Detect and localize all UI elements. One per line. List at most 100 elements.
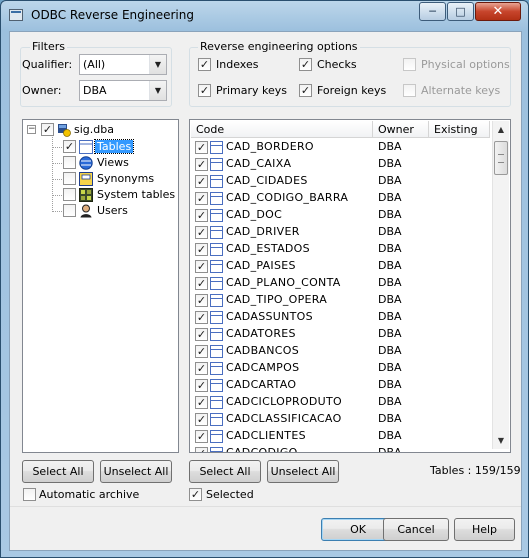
cell-owner: DBA	[378, 174, 402, 187]
table-row[interactable]: ✓ CAD_ESTADOS DBA	[191, 241, 496, 258]
object-type-tree[interactable]: − ✓ sig.dba ✓ Tables Views Synonyms Syst…	[22, 119, 179, 453]
indexes-checkbox[interactable]: ✓	[198, 58, 211, 71]
table-row[interactable]: ✓ CADCLIENTES DBA	[191, 428, 496, 445]
physical-options-checkbox	[403, 58, 416, 71]
qualifier-combo[interactable]: (All) ▼	[79, 54, 167, 75]
row-checkbox[interactable]: ✓	[195, 379, 208, 392]
synonyms-checkbox[interactable]	[63, 172, 76, 185]
options-group-label: Reverse engineering options	[198, 40, 360, 53]
checks-label: Checks	[317, 58, 357, 71]
cell-owner: DBA	[378, 191, 402, 204]
automatic-archive-checkbox[interactable]	[23, 488, 36, 501]
row-checkbox[interactable]: ✓	[195, 396, 208, 409]
minimize-button[interactable]: ─	[419, 2, 446, 21]
tree-item-tables[interactable]: Tables	[93, 139, 135, 154]
owner-label: Owner:	[22, 84, 62, 97]
row-checkbox[interactable]: ✓	[195, 175, 208, 188]
automatic-archive-label: Automatic archive	[39, 488, 140, 501]
tree-item-synonyms[interactable]: Synonyms	[97, 172, 154, 185]
tree-item-system-tables[interactable]: System tables	[97, 188, 175, 201]
views-checkbox[interactable]	[63, 156, 76, 169]
system-tables-checkbox[interactable]	[63, 188, 76, 201]
table-row[interactable]: ✓ CADBANCOS DBA	[191, 343, 496, 360]
row-checkbox[interactable]: ✓	[195, 362, 208, 375]
row-checkbox[interactable]: ✓	[195, 141, 208, 154]
list-select-all-button[interactable]: Select All	[189, 460, 261, 483]
cell-owner: DBA	[378, 259, 402, 272]
row-checkbox[interactable]: ✓	[195, 209, 208, 222]
table-row[interactable]: ✓ CAD_CODIGO_BARRA DBA	[191, 190, 496, 207]
foreign-keys-checkbox[interactable]: ✓	[299, 84, 312, 97]
column-header-owner[interactable]: Owner	[373, 121, 429, 138]
row-checkbox[interactable]: ✓	[195, 243, 208, 256]
selected-checkbox[interactable]: ✓	[189, 488, 202, 501]
list-unselect-all-button[interactable]: Unselect All	[267, 460, 339, 483]
scroll-thumb[interactable]	[494, 141, 508, 175]
tree-item-views[interactable]: Views	[97, 156, 129, 169]
table-row[interactable]: ✓ CADCAMPOS DBA	[191, 360, 496, 377]
row-checkbox[interactable]: ✓	[195, 413, 208, 426]
synonym-icon	[79, 172, 93, 186]
table-icon	[210, 175, 223, 188]
cell-code: CAD_PLANO_CONTA	[226, 276, 341, 289]
table-row[interactable]: ✓ CADASSUNTOS DBA	[191, 309, 496, 326]
row-checkbox[interactable]: ✓	[195, 260, 208, 273]
row-checkbox[interactable]: ✓	[195, 447, 208, 452]
cell-owner: DBA	[378, 412, 402, 425]
row-checkbox[interactable]: ✓	[195, 430, 208, 443]
collapse-icon[interactable]: −	[27, 125, 36, 134]
qualifier-value: (All)	[83, 58, 106, 71]
row-checkbox[interactable]: ✓	[195, 328, 208, 341]
maximize-button[interactable]: □	[447, 2, 474, 21]
users-checkbox[interactable]	[63, 204, 76, 217]
table-row[interactable]: ✓ CAD_PLANO_CONTA DBA	[191, 275, 496, 292]
column-header-code[interactable]: Code	[191, 121, 373, 138]
vertical-scrollbar[interactable]: ▲ ▼	[492, 121, 509, 449]
root-checkbox[interactable]: ✓	[41, 123, 54, 136]
help-button[interactable]: Help	[454, 518, 515, 541]
row-checkbox[interactable]: ✓	[195, 277, 208, 290]
table-row[interactable]: ✓ CAD_PAISES DBA	[191, 258, 496, 275]
object-list[interactable]: Code Owner Existing ✓ CAD_BORDERO DBA ✓ CAD_…	[189, 119, 511, 453]
row-checkbox[interactable]: ✓	[195, 192, 208, 205]
table-row[interactable]: ✓ CAD_CAIXA DBA	[191, 156, 496, 173]
physical-options-label: Physical options	[421, 58, 510, 71]
user-icon	[79, 204, 93, 218]
column-header-existing[interactable]: Existing	[429, 121, 490, 138]
primary-keys-checkbox[interactable]: ✓	[198, 84, 211, 97]
table-row[interactable]: ✓ CADATORES DBA	[191, 326, 496, 343]
chevron-down-icon[interactable]: ▼	[149, 81, 166, 100]
table-row[interactable]: ✓ CAD_TIPO_OPERA DBA	[191, 292, 496, 309]
table-row[interactable]: ✓ CADCLASSIFICACAO DBA	[191, 411, 496, 428]
scroll-down-icon[interactable]: ▼	[493, 432, 509, 449]
tables-checkbox[interactable]: ✓	[63, 140, 76, 153]
tables-count: Tables : 159/159	[430, 464, 521, 477]
tree-unselect-all-button[interactable]: Unselect All	[100, 460, 172, 483]
cell-code: CADCLIENTES	[226, 429, 306, 442]
checks-checkbox[interactable]: ✓	[299, 58, 312, 71]
chevron-down-icon[interactable]: ▼	[149, 55, 166, 74]
table-row[interactable]: ✓ CAD_CIDADES DBA	[191, 173, 496, 190]
cell-code: CAD_CODIGO_BARRA	[226, 191, 349, 204]
cell-owner: DBA	[378, 344, 402, 357]
tree-root-label[interactable]: sig.dba	[74, 123, 114, 136]
table-row[interactable]: ✓ CADCODIGO DBA	[191, 445, 496, 452]
table-icon	[210, 294, 223, 307]
table-row[interactable]: ✓ CAD_DRIVER DBA	[191, 224, 496, 241]
row-checkbox[interactable]: ✓	[195, 345, 208, 358]
close-button[interactable]: ✕	[475, 2, 521, 21]
table-row[interactable]: ✓ CAD_DOC DBA	[191, 207, 496, 224]
row-checkbox[interactable]: ✓	[195, 311, 208, 324]
row-checkbox[interactable]: ✓	[195, 158, 208, 171]
tree-select-all-button[interactable]: Select All	[22, 460, 94, 483]
scroll-up-icon[interactable]: ▲	[493, 121, 509, 138]
row-checkbox[interactable]: ✓	[195, 294, 208, 307]
title-bar[interactable]: ODBC Reverse Engineering ─ □ ✕	[1, 1, 528, 31]
table-row[interactable]: ✓ CADCARTAO DBA	[191, 377, 496, 394]
owner-combo[interactable]: DBA ▼	[79, 80, 167, 101]
table-row[interactable]: ✓ CADCICLOPRODUTO DBA	[191, 394, 496, 411]
cancel-button[interactable]: Cancel	[383, 518, 449, 541]
row-checkbox[interactable]: ✓	[195, 226, 208, 239]
table-row[interactable]: ✓ CAD_BORDERO DBA	[191, 139, 496, 156]
tree-item-users[interactable]: Users	[97, 204, 128, 217]
